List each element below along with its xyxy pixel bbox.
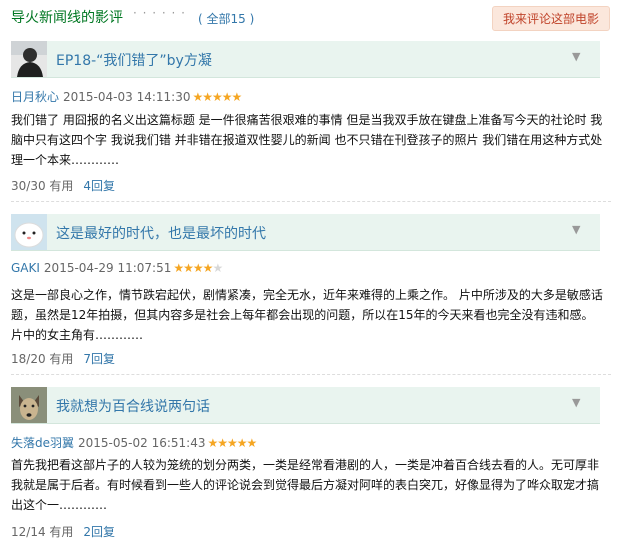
caret-down-icon[interactable]: ▼ bbox=[572, 50, 580, 63]
review-date: 2015-04-03 14:11:30 bbox=[63, 90, 191, 104]
divider bbox=[11, 201, 611, 202]
caret-down-icon[interactable]: ▼ bbox=[572, 396, 580, 409]
avatar[interactable] bbox=[11, 387, 47, 423]
star-icon: ★ bbox=[217, 436, 228, 450]
review-title-bar[interactable]: 这是最好的时代，也是最坏的时代 ▼ bbox=[11, 214, 600, 251]
useful-count[interactable]: 12/14 有用 bbox=[11, 525, 73, 539]
title-dots: · · · · · · bbox=[133, 6, 186, 20]
divider bbox=[11, 374, 611, 375]
rating-stars: ★★★★★ bbox=[192, 90, 243, 104]
star-icon: ★ bbox=[192, 90, 203, 104]
rating-stars: ★★★★★ bbox=[207, 436, 258, 450]
review-title[interactable]: 这是最好的时代，也是最坏的时代 bbox=[56, 223, 266, 243]
star-icon: ★ bbox=[183, 261, 194, 275]
star-icon: ★ bbox=[192, 261, 204, 275]
review-title[interactable]: 我就想为百合线说两句话 bbox=[56, 396, 210, 416]
review-date: 2015-05-02 16:51:43 bbox=[78, 436, 206, 450]
avatar-dog-icon bbox=[11, 387, 47, 423]
star-icon: ★ bbox=[212, 261, 223, 275]
star-icon: ★ bbox=[236, 436, 248, 450]
review-body: 我们错了 用囧报的名义出这篇标题 是一件很痛苦很艰难的事情 但是当我双手放在键盘… bbox=[11, 113, 603, 167]
review-author[interactable]: 失落de羽翼 bbox=[11, 436, 74, 450]
review-title-bar[interactable]: 我就想为百合线说两句话 ▼ bbox=[11, 387, 600, 424]
review-body: 这是一部良心之作，情节跌宕起伏，剧情紧凑，完全无水，近年来难得的上乘之作。 片中… bbox=[11, 288, 603, 342]
review-meta: 失落de羽翼 2015-05-02 16:51:43 ★★★★★ bbox=[11, 434, 258, 451]
review-title-bar[interactable]: EP18-“我们错了”by方凝 ▼ bbox=[11, 41, 600, 78]
useful-count[interactable]: 30/30 有用 bbox=[11, 179, 73, 193]
review-footer: 12/14 有用 2回复 bbox=[11, 523, 115, 540]
review-date: 2015-04-29 11:07:51 bbox=[43, 261, 172, 275]
review-author[interactable]: GAKI bbox=[11, 261, 40, 275]
avatar[interactable] bbox=[11, 41, 47, 77]
caret-down-icon[interactable]: ▼ bbox=[572, 223, 580, 236]
star-icon: ★ bbox=[246, 436, 258, 450]
avatar-white-creature-icon bbox=[11, 214, 47, 250]
review-title[interactable]: EP18-“我们错了”by方凝 bbox=[56, 50, 212, 70]
review-author[interactable]: 日月秋心 bbox=[11, 90, 59, 104]
star-icon: ★ bbox=[212, 90, 223, 104]
avatar-dark-figure-icon bbox=[11, 41, 47, 77]
all-reviews-link[interactable]: ( 全部15 ) bbox=[198, 10, 254, 27]
star-icon: ★ bbox=[231, 90, 243, 104]
reviews-header: 导火新闻线的影评 · · · · · · ( 全部15 ) 我来评论这部电影 bbox=[11, 0, 611, 36]
useful-count[interactable]: 18/20 有用 bbox=[11, 352, 73, 366]
star-icon: ★ bbox=[227, 436, 238, 450]
reply-count[interactable]: 4回复 bbox=[83, 179, 115, 193]
review-footer: 18/20 有用 7回复 bbox=[11, 350, 115, 367]
review-meta: 日月秋心 2015-04-03 14:11:30 ★★★★★ bbox=[11, 88, 243, 105]
reply-count[interactable]: 7回复 bbox=[83, 352, 115, 366]
review-body: 首先我把看这部片子的人较为笼统的划分两类，一类是经常看港剧的人，一类是冲着百合线… bbox=[11, 458, 600, 512]
star-icon: ★ bbox=[221, 90, 233, 104]
review-footer: 30/30 有用 4回复 bbox=[11, 177, 115, 194]
star-icon: ★ bbox=[207, 436, 218, 450]
star-icon: ★ bbox=[202, 90, 213, 104]
rating-stars: ★★★★★ bbox=[173, 261, 223, 275]
review-meta: GAKI 2015-04-29 11:07:51 ★★★★★ bbox=[11, 261, 223, 275]
star-icon: ★ bbox=[173, 261, 184, 275]
reply-count[interactable]: 2回复 bbox=[83, 525, 115, 539]
write-review-button[interactable]: 我来评论这部电影 bbox=[492, 6, 610, 31]
section-title: 导火新闻线的影评 bbox=[11, 10, 123, 26]
avatar[interactable] bbox=[11, 214, 47, 250]
star-icon: ★ bbox=[202, 261, 214, 275]
